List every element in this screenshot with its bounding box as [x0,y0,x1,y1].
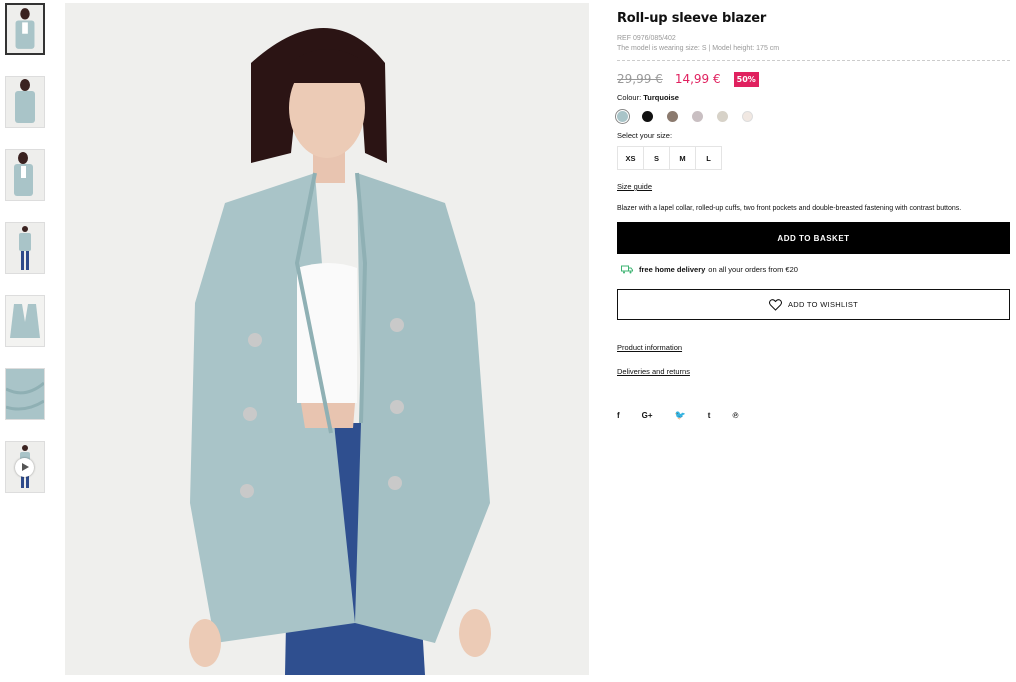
product-main-image[interactable] [65,3,589,675]
thumbnail-flat-lay[interactable] [5,295,45,347]
pinterest-icon[interactable]: ℗ [732,411,738,420]
price-row: 29,99 € 14,99 € 50% [617,71,1010,87]
size-label: Select your size: [617,131,673,140]
colour-swatches [617,109,1010,123]
product-information-link[interactable]: Product information [617,343,682,352]
delivery-bold: free home delivery [639,265,706,274]
thumbnail-side-view[interactable] [5,149,45,201]
colour-value: Turquoise [643,93,679,102]
sale-price: 14,99 € [674,72,721,86]
colour-label-text: Colour: [617,93,642,102]
deliveries-returns-link[interactable]: Deliveries and returns [617,367,690,376]
swatch-stripe[interactable] [717,110,728,122]
thumbnail-back-view[interactable] [5,76,45,128]
facebook-icon[interactable]: f [617,411,620,420]
colour-label: Colour: Turquoise [617,93,1010,102]
add-to-wishlist-button[interactable]: ADD TO WISHLIST [617,289,1010,320]
size-guide-link[interactable]: Size guide [617,182,652,191]
thumbnail-full-length-view[interactable] [5,222,45,274]
thumbnail-gallery [5,3,47,514]
delivery-info: free home delivery on all your orders fr… [617,265,1010,274]
size-selector: XS S M L [617,146,1010,170]
swatch-turquoise[interactable] [617,110,628,122]
divider [617,60,1010,61]
thumbnail-front-view[interactable] [5,3,45,55]
play-icon[interactable] [15,458,34,477]
swatch-black[interactable] [642,110,653,122]
size-option-m[interactable]: M [669,146,696,170]
model-info: The model is wearing size: S | Model hei… [617,45,780,52]
size-option-s[interactable]: S [643,146,670,170]
product-details-panel: Roll-up sleeve blazer REF 0976/085/402 T… [617,0,1010,421]
google-plus-icon[interactable]: G+ [642,411,653,420]
product-title: Roll-up sleeve blazer [617,11,767,26]
size-option-xs[interactable]: XS [617,146,644,170]
swatch-check[interactable] [667,110,678,122]
swatch-cream[interactable] [742,110,753,122]
twitter-icon[interactable]: 🐦 [675,410,686,421]
truck-icon [621,265,633,274]
add-to-basket-button[interactable]: ADD TO BASKET [617,222,1010,254]
size-option-l[interactable]: L [695,146,722,170]
discount-badge: 50% [733,71,759,87]
product-description: Blazer with a lapel collar, rolled-up cu… [617,205,962,212]
delivery-rest: on all your orders from €20 [708,265,798,274]
thumbnail-video[interactable] [5,441,45,493]
heart-icon [768,298,782,311]
swatch-mauve[interactable] [692,110,703,122]
tumblr-icon[interactable]: t [708,411,711,420]
wishlist-label: ADD TO WISHLIST [787,300,859,309]
old-price: 29,99 € [617,72,663,86]
thumbnail-fabric-detail[interactable] [5,368,45,420]
social-share: f G+ 🐦 t ℗ [617,410,1010,421]
product-ref: REF 0976/085/402 [617,35,676,42]
